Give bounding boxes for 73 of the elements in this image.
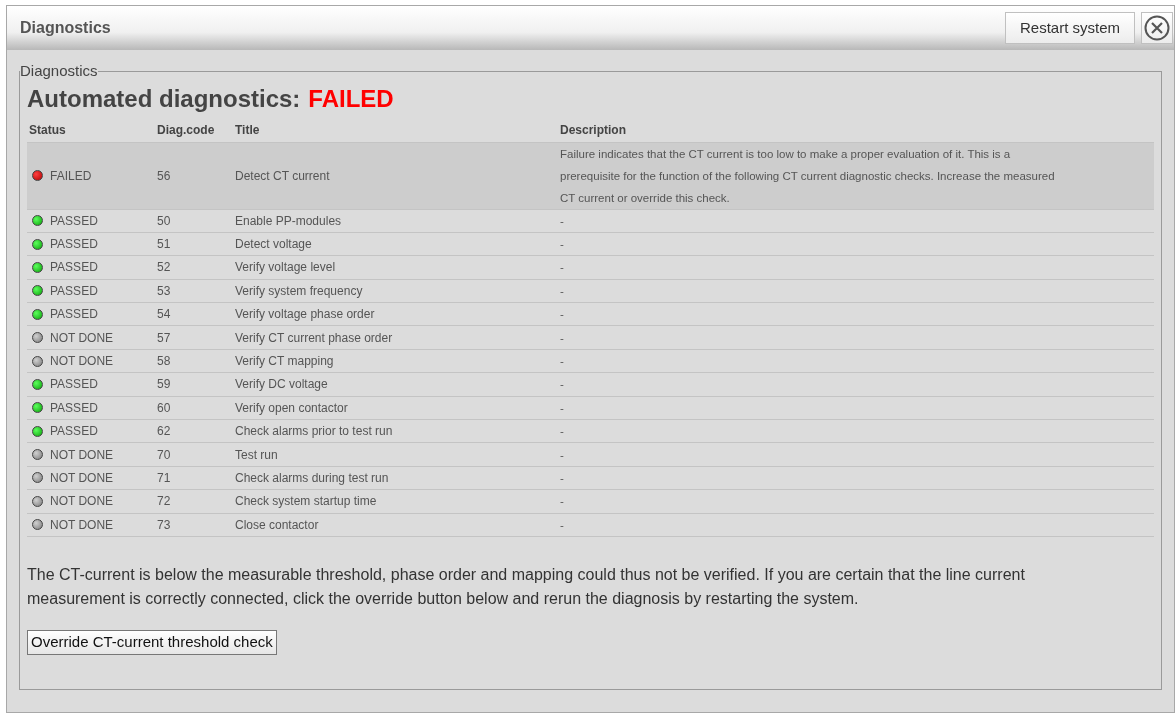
status-text: PASSED [50, 423, 98, 441]
window-title: Diagnostics [20, 18, 111, 38]
table-cell-text: 58 [156, 353, 172, 371]
table-cell-text: - [559, 400, 565, 416]
table-cell-text: Verify voltage phase order [234, 306, 376, 324]
column-header: Diag.code [156, 121, 216, 139]
table-cell-text: - [559, 330, 565, 346]
table-cell-text: Verify system frequency [234, 282, 364, 300]
column-header: Status [28, 121, 67, 139]
status-text: NOT DONE [50, 353, 114, 371]
table-cell-text: Verify DC voltage [234, 376, 329, 394]
table-cell-text: 59 [156, 376, 172, 394]
table-cell-text: 70 [156, 446, 172, 464]
table-cell-text: 62 [156, 423, 172, 441]
table-cell-text: Check alarms during test run [234, 470, 390, 487]
table-cell-text: Enable PP-modules [234, 212, 343, 230]
table-cell-text: - [559, 424, 565, 440]
table-cell-text: Failure indicates that the CT current is too low to make a proper evaluation of it. This is a prerequisite for the function of the following CT current diagnostic checks. Increase the measured CT current or override this check. [559, 146, 1056, 206]
heading: Automated diagnostics: [27, 83, 301, 114]
table-cell-text: 53 [156, 282, 172, 300]
table-cell-text: - [559, 213, 565, 229]
status-text: PASSED [50, 306, 98, 324]
status-text: NOT DONE [50, 493, 114, 511]
table-cell-text: 73 [156, 516, 172, 534]
table-cell-text: - [559, 354, 565, 370]
restart-button[interactable]: Restart system [1004, 12, 1135, 44]
close-button[interactable] [1141, 12, 1173, 44]
table-cell-text: Verify CT current phase order [234, 329, 394, 347]
table-cell-text: 56 [156, 167, 172, 185]
table-cell-text: - [559, 494, 565, 510]
table-cell-text: - [559, 447, 565, 463]
table-cell-text: 52 [156, 259, 172, 277]
table-cell-text: Check alarms prior to test run [234, 423, 394, 441]
table-cell-text: - [559, 283, 565, 299]
table-cell-text: Detect voltage [234, 236, 313, 254]
status-text: FAILED [50, 167, 92, 185]
status-text: NOT DONE [50, 470, 114, 487]
table-cell-text: Close contactor [234, 516, 320, 534]
table-cell-text: - [559, 307, 565, 323]
column-header: Description [559, 121, 627, 139]
table-cell-text: - [559, 237, 565, 253]
table-cell-text: - [559, 260, 565, 276]
status-text: PASSED [50, 259, 98, 277]
message-text: The CT-current is below the measurable threshold, phase order and mapping could thus not be verified. If you are certain that the line current measurement is correctly connected, click the override button below and rerun the diagnosis by restarting the system. [27, 564, 1026, 609]
table-cell-text: Verify CT mapping [234, 353, 335, 371]
table-cell-text: Verify voltage level [234, 259, 337, 277]
status-text: PASSED [50, 212, 98, 230]
override-button[interactable]: Override CT-current threshold check [27, 629, 277, 655]
result-label: FAILED [308, 83, 394, 114]
table-cell-text: Detect CT current [234, 167, 331, 185]
status-text: NOT DONE [50, 446, 114, 464]
table-cell-text: 71 [156, 470, 172, 487]
table-cell-text: 51 [156, 236, 172, 254]
status-text: PASSED [50, 399, 98, 417]
status-text: NOT DONE [50, 329, 114, 347]
table-cell-text: 60 [156, 399, 172, 417]
status-text: PASSED [50, 376, 98, 394]
table-cell-text: Test run [234, 446, 279, 464]
table-cell-text: Check system startup time [234, 493, 378, 511]
status-text: NOT DONE [50, 516, 114, 534]
table-cell-text: Verify open contactor [234, 399, 349, 417]
status-text: PASSED [50, 282, 98, 300]
status-text: PASSED [50, 236, 98, 254]
table-cell-text: 57 [156, 329, 172, 347]
column-header: Title [234, 121, 261, 139]
close-icon [1144, 15, 1170, 41]
table-cell-text: - [559, 471, 565, 486]
table-cell-text: 54 [156, 306, 172, 324]
table-cell-text: - [559, 377, 565, 393]
table-cell-text: 50 [156, 212, 172, 230]
table-cell-text: 72 [156, 493, 172, 511]
panel-legend: Diagnostics [20, 60, 98, 83]
table-cell-text: - [559, 517, 565, 533]
